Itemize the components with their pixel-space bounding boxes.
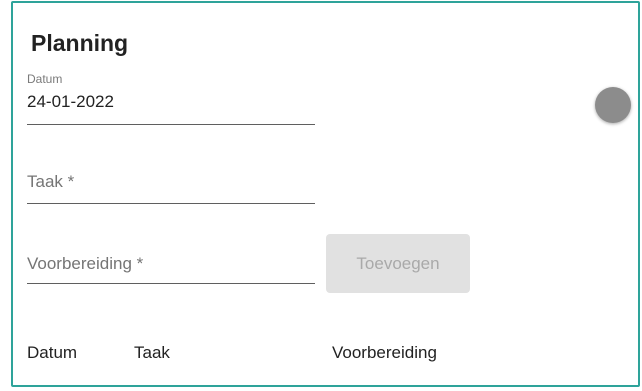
- date-field-underline: [27, 124, 315, 125]
- preparation-input[interactable]: Voorbereiding *: [27, 254, 315, 288]
- preparation-input-underline: [27, 283, 315, 284]
- page-title: Planning: [31, 30, 129, 56]
- add-button[interactable]: Toevoegen: [326, 234, 470, 293]
- preparation-input-placeholder: Voorbereiding *: [27, 254, 144, 273]
- column-header-taak: Taak: [134, 343, 170, 362]
- toggle-switch-thumb[interactable]: [595, 87, 631, 123]
- task-input-underline: [27, 203, 315, 204]
- column-header-datum: Datum: [27, 343, 78, 362]
- task-input[interactable]: Taak *: [27, 172, 315, 206]
- task-input-placeholder: Taak *: [27, 172, 75, 191]
- column-header-voorbereiding: Voorbereiding: [332, 343, 437, 362]
- date-field-label: Datum: [27, 72, 63, 86]
- date-field-value[interactable]: 24-01-2022: [27, 92, 114, 112]
- date-field[interactable]: Datum 24-01-2022: [27, 72, 315, 128]
